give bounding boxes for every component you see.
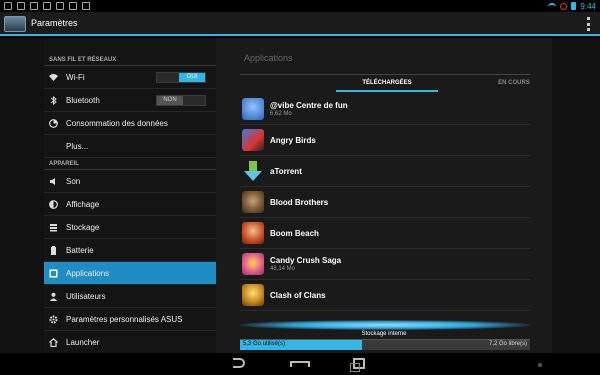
action-bar: Paramètres: [0, 12, 600, 36]
sidebar-item-battery[interactable]: Batterie: [44, 239, 216, 262]
sidebar-item-asus-settings[interactable]: Paramètres personnalisés ASUS: [44, 308, 216, 331]
data-usage-icon: [49, 118, 58, 128]
notification-icon: [4, 2, 12, 10]
menu-dot-icon[interactable]: [538, 363, 542, 367]
app-name: aTorrent: [270, 166, 302, 176]
wifi-icon: [548, 3, 557, 9]
list-item[interactable]: @vibe Centre de fun 6,62 Mo: [240, 94, 530, 125]
app-title: Paramètres: [31, 18, 78, 28]
home-icon: [49, 337, 58, 347]
sidebar-item-label: Paramètres personnalisés ASUS: [66, 314, 183, 324]
overflow-menu-icon[interactable]: [587, 17, 590, 31]
sidebar-item-wifi[interactable]: Wi-Fi OUI: [44, 66, 216, 89]
sidebar-item-storage[interactable]: Stockage: [44, 216, 216, 239]
tab-running[interactable]: EN COURS: [484, 78, 544, 92]
storage-label: Stockage interne: [361, 331, 407, 337]
status-icons: 9:44: [548, 0, 596, 12]
sidebar-item-label: Batterie: [66, 245, 94, 255]
sidebar-item-label: Utilisateurs: [66, 291, 106, 301]
list-item[interactable]: aTorrent: [240, 156, 530, 187]
list-item[interactable]: Candy Crush Saga 48,14 Mo: [240, 249, 530, 280]
settings-app-icon[interactable]: [4, 16, 26, 32]
recent-apps-button[interactable]: [350, 358, 365, 372]
sidebar-item-label: Applications: [66, 268, 110, 278]
boom-beach-icon: [242, 222, 264, 244]
app-name: Clash of Clans: [270, 290, 326, 300]
sidebar-item-label: Launcher: [66, 337, 100, 347]
battery-icon: [571, 2, 577, 10]
list-item[interactable]: Angry Birds: [240, 125, 530, 156]
candy-crush-icon: [242, 253, 264, 275]
back-button[interactable]: [233, 358, 245, 368]
sidebar-item-users[interactable]: Utilisateurs: [44, 285, 216, 308]
sidebar-item-label: Affichage: [66, 199, 100, 209]
gear-icon: [49, 315, 58, 324]
sidebar-item-sound[interactable]: Son: [44, 170, 216, 193]
home-button[interactable]: [290, 361, 310, 367]
list-item[interactable]: Clash of Clans: [240, 280, 530, 311]
settings-sidebar: SANS FIL ET RÉSEAUX Wi-Fi OUI Bluetooth …: [44, 38, 216, 354]
notification-icon: [69, 2, 77, 10]
app-tabs: TÉLÉCHARGÉES EN COURS: [240, 78, 530, 92]
sidebar-item-bluetooth[interactable]: Bluetooth NON: [44, 89, 216, 112]
notification-icon: [82, 2, 90, 10]
sidebar-item-label: Plus...: [66, 141, 89, 151]
blood-brothers-icon: [242, 191, 264, 213]
apps-icon: [49, 269, 58, 278]
sidebar-item-launcher[interactable]: Launcher: [44, 331, 216, 354]
section-header-device: APPAREIL: [44, 158, 216, 170]
app-list: @vibe Centre de fun 6,62 Mo Angry Birds …: [240, 94, 530, 311]
wifi-icon: [49, 73, 58, 82]
applications-pane: Applications TÉLÉCHARGÉES EN COURS @vibe…: [216, 38, 552, 353]
main-area: SANS FIL ET RÉSEAUX Wi-Fi OUI Bluetooth …: [0, 38, 600, 354]
alarm-icon: [560, 2, 568, 10]
bluetooth-icon: [49, 95, 58, 105]
app-name: Angry Birds: [270, 135, 316, 145]
user-icon: [49, 292, 58, 301]
sidebar-item-display[interactable]: Affichage: [44, 193, 216, 216]
navigation-bar: [0, 353, 600, 375]
atorrent-icon: [242, 160, 264, 182]
list-item[interactable]: Blood Brothers: [240, 187, 530, 218]
notification-icon: [30, 2, 38, 10]
app-size: 48,14 Mo: [270, 266, 296, 272]
brightness-icon: [49, 199, 58, 209]
app-name: Boom Beach: [270, 228, 319, 238]
angry-birds-icon: [242, 129, 264, 151]
storage-bar: 5,3 Go utilisé(s) 7,2 Go libre(s): [240, 339, 530, 350]
notification-icon: [56, 2, 64, 10]
storage-free-text: 7,2 Go libre(s): [488, 341, 527, 347]
wifi-toggle[interactable]: OUI: [156, 72, 206, 83]
status-bar: 9:44: [0, 0, 600, 12]
app-name: Blood Brothers: [270, 197, 329, 207]
speaker-icon: [49, 177, 58, 186]
sidebar-item-applications[interactable]: Applications: [44, 262, 216, 285]
sidebar-item-label: Consommation des données: [66, 118, 168, 128]
divider: [240, 74, 530, 75]
section-header-wireless: SANS FIL ET RÉSEAUX: [44, 54, 216, 66]
list-item[interactable]: Boom Beach: [240, 218, 530, 249]
battery-icon: [49, 245, 58, 255]
app-size: 6,62 Mo: [270, 111, 292, 117]
sidebar-item-label: Son: [66, 176, 81, 186]
storage-used-text: 5,3 Go utilisé(s): [243, 341, 286, 347]
pane-title: Applications: [244, 53, 293, 63]
notification-icon: [17, 2, 25, 10]
app-name: @vibe Centre de fun: [270, 101, 348, 110]
sidebar-item-data-usage[interactable]: Consommation des données: [44, 112, 216, 135]
clock: 9:44: [580, 1, 596, 11]
sidebar-item-more[interactable]: Plus...: [44, 135, 216, 158]
storage-glow: [240, 320, 530, 330]
app-name: Candy Crush Saga: [270, 256, 342, 265]
sidebar-item-label: Stockage: [66, 222, 100, 232]
vibe-app-icon: [242, 98, 264, 120]
storage-icon: [49, 223, 58, 232]
notification-icon: [43, 2, 51, 10]
clash-of-clans-icon: [242, 284, 264, 306]
tab-downloaded[interactable]: TÉLÉCHARGÉES: [336, 78, 438, 92]
bluetooth-toggle[interactable]: NON: [156, 95, 206, 106]
